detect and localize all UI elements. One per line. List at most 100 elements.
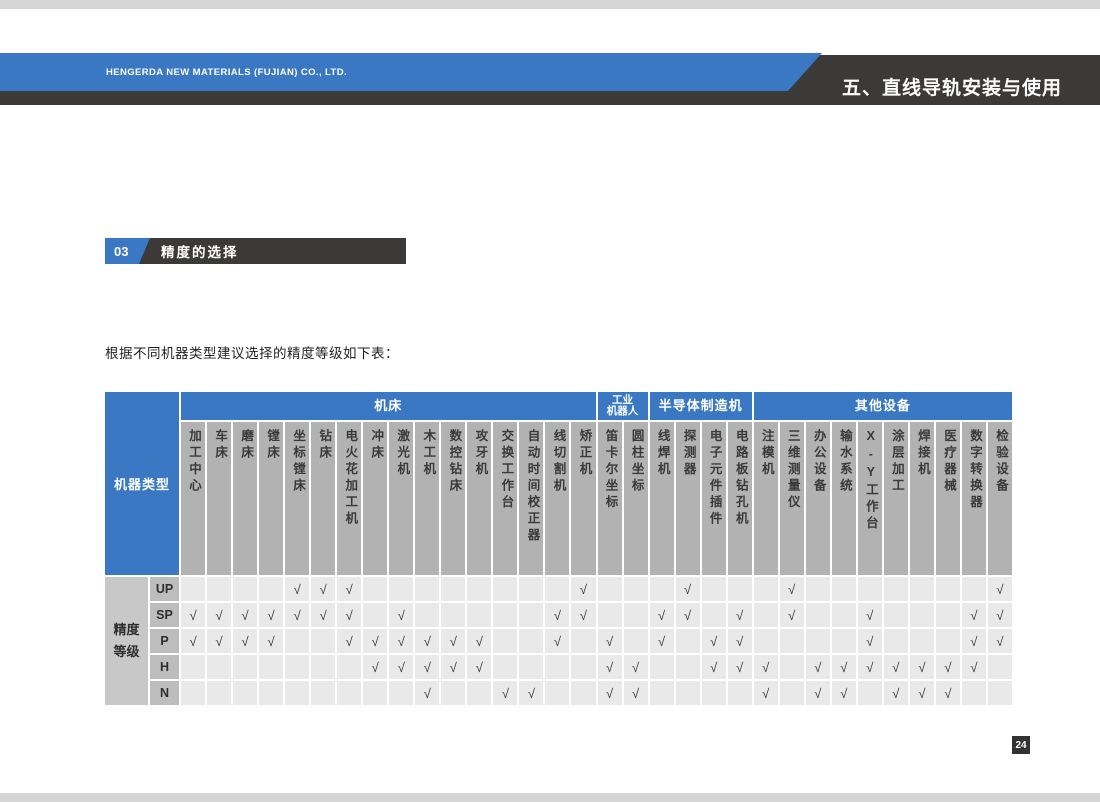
check-cell: √	[910, 681, 934, 705]
check-cell	[181, 681, 205, 705]
check-cell	[780, 681, 804, 705]
column-header: 矫正机	[571, 422, 595, 575]
section-banner: 精度的选择 03	[105, 238, 406, 264]
check-cell: √	[467, 655, 491, 679]
check-cell	[415, 603, 439, 627]
check-cell	[702, 603, 726, 627]
check-cell	[571, 655, 595, 679]
check-cell	[467, 577, 491, 601]
check-cell: √	[337, 629, 361, 653]
check-cell: √	[598, 655, 622, 679]
check-cell: √	[806, 681, 830, 705]
check-cell	[832, 577, 856, 601]
check-cell: √	[311, 603, 335, 627]
check-cell: √	[389, 629, 413, 653]
check-cell	[676, 655, 700, 679]
check-cell	[233, 655, 257, 679]
check-cell	[519, 629, 543, 653]
check-cell: √	[936, 681, 960, 705]
column-header: 数控钻床	[441, 422, 465, 575]
check-cell	[441, 681, 465, 705]
check-cell: √	[363, 629, 387, 653]
column-header: 探测器	[676, 422, 700, 575]
grade-label: H	[150, 655, 179, 679]
check-cell: √	[259, 629, 283, 653]
check-cell: √	[493, 681, 517, 705]
check-cell	[624, 603, 648, 627]
check-cell: √	[181, 629, 205, 653]
check-cell: √	[988, 629, 1012, 653]
check-cell	[363, 681, 387, 705]
check-cell: √	[910, 655, 934, 679]
check-cell	[259, 577, 283, 601]
header-blue-band: HENGERDA NEW MATERIALS (FUJIAN) CO., LTD…	[0, 53, 822, 91]
check-cell: √	[415, 629, 439, 653]
check-cell: √	[962, 629, 986, 653]
check-cell	[207, 655, 231, 679]
check-cell: √	[780, 603, 804, 627]
check-cell: √	[598, 681, 622, 705]
section-banner-bar: 精度的选择	[127, 238, 406, 264]
check-cell: √	[545, 629, 569, 653]
column-header: 圆柱坐标	[624, 422, 648, 575]
check-cell: √	[389, 655, 413, 679]
check-cell: √	[780, 577, 804, 601]
check-cell	[910, 577, 934, 601]
check-cell	[285, 681, 309, 705]
check-cell: √	[207, 629, 231, 653]
document-page: HENGERDA NEW MATERIALS (FUJIAN) CO., LTD…	[0, 9, 1100, 793]
check-cell	[493, 655, 517, 679]
check-cell: √	[598, 629, 622, 653]
check-cell	[806, 577, 830, 601]
column-header: 数字转换器	[962, 422, 986, 575]
column-header: X-Y工作台	[858, 422, 882, 575]
check-cell: √	[337, 603, 361, 627]
check-cell	[884, 577, 908, 601]
check-cell: √	[962, 655, 986, 679]
check-cell	[493, 629, 517, 653]
check-cell: √	[389, 603, 413, 627]
check-cell: √	[441, 629, 465, 653]
check-cell: √	[467, 629, 491, 653]
check-cell	[624, 577, 648, 601]
check-cell	[728, 577, 752, 601]
check-cell: √	[728, 655, 752, 679]
check-cell	[676, 681, 700, 705]
column-header: 三维测量仪	[780, 422, 804, 575]
check-cell	[858, 577, 882, 601]
grade-label: UP	[150, 577, 179, 601]
check-cell: √	[988, 577, 1012, 601]
column-header: 车床	[207, 422, 231, 575]
check-cell	[936, 577, 960, 601]
column-header: 交换工作台	[493, 422, 517, 575]
check-cell: √	[676, 577, 700, 601]
check-cell	[545, 655, 569, 679]
column-header: 激光机	[389, 422, 413, 575]
check-cell	[832, 629, 856, 653]
column-header: 电火花加工机	[337, 422, 361, 575]
check-cell	[702, 577, 726, 601]
check-cell	[259, 655, 283, 679]
check-cell: √	[337, 577, 361, 601]
check-cell: √	[311, 577, 335, 601]
check-cell: √	[702, 629, 726, 653]
check-cell	[311, 681, 335, 705]
column-header: 木工机	[415, 422, 439, 575]
check-cell: √	[884, 655, 908, 679]
precision-grade-table: 机器类型 精度 等级 机床工业 机器人半导体制造机其他设备加工中心车床磨床镗床坐…	[105, 392, 1012, 705]
check-cell: √	[441, 655, 465, 679]
check-cell: √	[858, 629, 882, 653]
column-header: 检验设备	[988, 422, 1012, 575]
check-cell	[884, 603, 908, 627]
column-header: 笛卡尔坐标	[598, 422, 622, 575]
check-cell	[467, 603, 491, 627]
check-cell: √	[207, 603, 231, 627]
check-cell	[389, 577, 413, 601]
column-header: 电子元件插件	[702, 422, 726, 575]
check-cell: √	[676, 603, 700, 627]
check-cell	[311, 655, 335, 679]
check-cell	[988, 681, 1012, 705]
check-cell	[181, 577, 205, 601]
check-cell	[285, 629, 309, 653]
check-cell: √	[806, 655, 830, 679]
